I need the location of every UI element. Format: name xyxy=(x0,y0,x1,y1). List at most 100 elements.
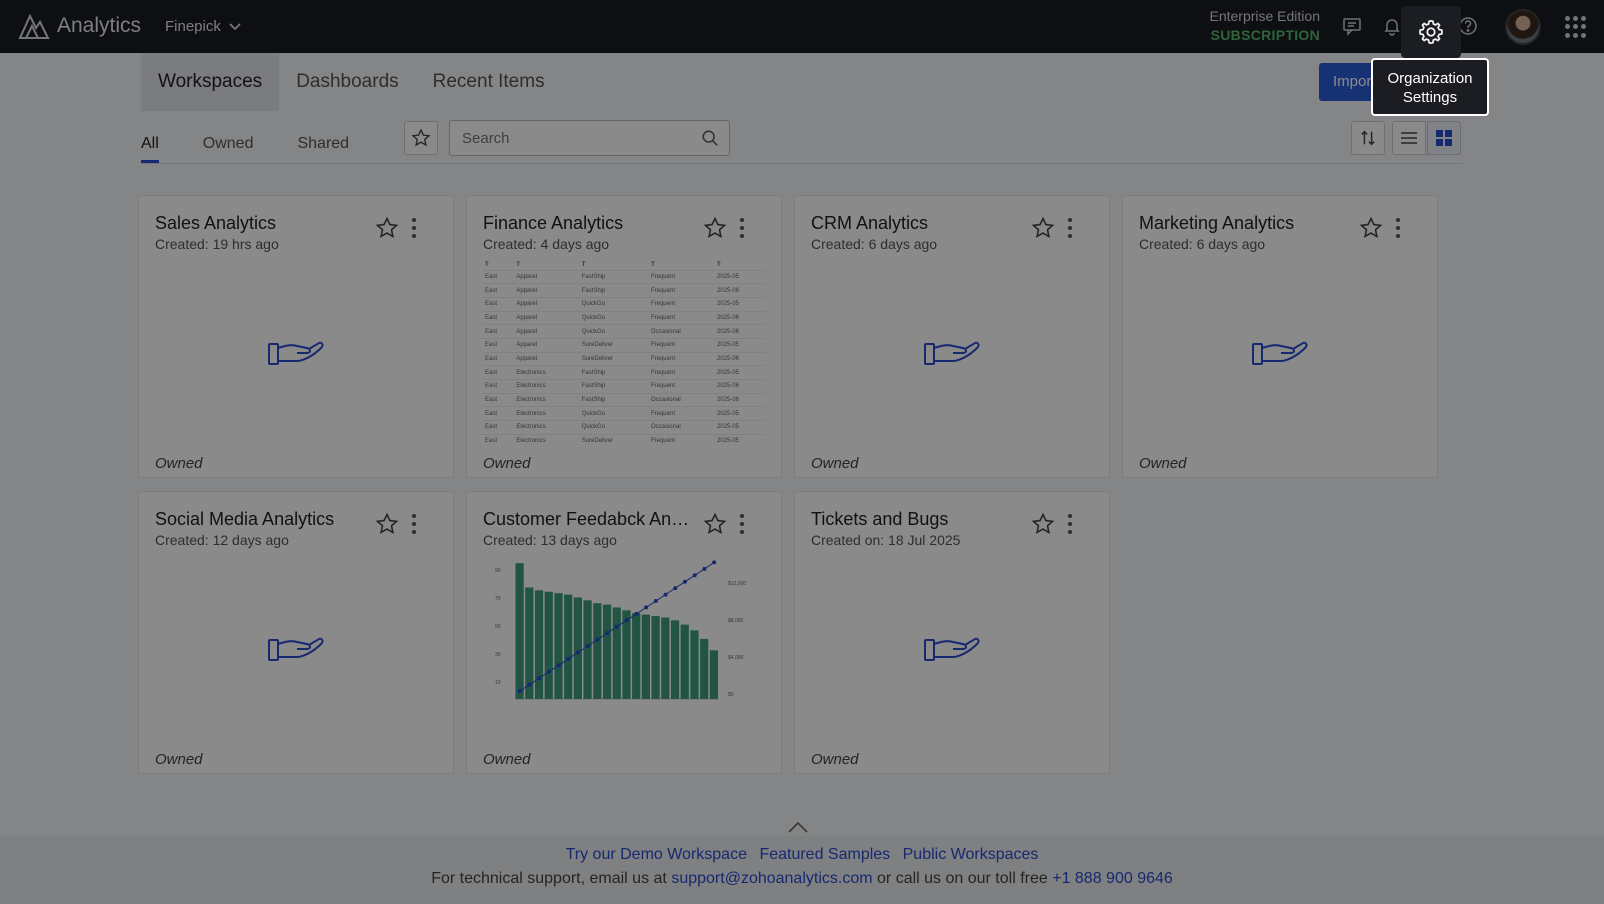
more-options-icon[interactable] xyxy=(737,512,747,536)
thumbnail-cell: Occasional xyxy=(648,324,715,339)
chart-bar xyxy=(583,600,592,699)
thumbnail-cell: East xyxy=(483,338,515,353)
workspace-card[interactable]: Sales Analytics Created: 19 hrs ago Owned xyxy=(138,195,454,478)
left-tick-label: 30 xyxy=(495,652,501,658)
thumbnail-table-row: East Apparel SureDeliver Frequent 2025-05 xyxy=(483,338,766,353)
workspace-title[interactable]: Finance Analytics xyxy=(483,213,623,234)
more-options-icon[interactable] xyxy=(1065,216,1075,240)
favorite-star-icon[interactable] xyxy=(375,512,399,536)
workspace-card[interactable]: Tickets and Bugs Created on: 18 Jul 2025 O… xyxy=(794,491,1110,774)
more-options-icon[interactable] xyxy=(1393,216,1403,240)
workspace-title[interactable]: Marketing Analytics xyxy=(1139,213,1294,234)
chevron-down-icon xyxy=(229,22,241,30)
chevron-up-icon[interactable] xyxy=(786,818,810,836)
workspace-title[interactable]: Tickets and Bugs xyxy=(811,509,948,530)
right-tick-label: $12,000 xyxy=(728,581,746,587)
avatar[interactable] xyxy=(1505,9,1541,45)
favorite-star-icon[interactable] xyxy=(1031,216,1055,240)
favorite-star-icon[interactable] xyxy=(1359,216,1383,240)
demo-workspace-link[interactable]: Try our Demo Workspace xyxy=(566,846,747,863)
more-options-icon[interactable] xyxy=(1065,512,1075,536)
left-tick-label: 70 xyxy=(495,596,501,602)
workspace-title[interactable]: Social Media Analytics xyxy=(155,509,334,530)
filter-owned[interactable]: Owned xyxy=(203,135,254,163)
workspace-title[interactable]: Sales Analytics xyxy=(155,213,276,234)
thumbnail-cell: 2025-06 xyxy=(714,393,766,408)
chart-bar xyxy=(554,593,563,699)
analytics-logo-icon[interactable] xyxy=(18,12,50,40)
cumulative-point xyxy=(576,650,581,655)
thumbnail-table-row: East Electronics QuickGo Frequent 2025-05 xyxy=(483,406,766,422)
org-switcher[interactable]: Finepick xyxy=(165,18,241,35)
workspace-card[interactable]: Finance Analytics Created: 4 days ago Owne… xyxy=(466,195,782,478)
thumbnail-table-row: East Apparel FastShip Frequent 2025-06 xyxy=(483,283,766,298)
thumbnail-cell: QuickGo xyxy=(579,311,649,326)
favorite-star-icon[interactable] xyxy=(1031,512,1055,536)
list-view-button[interactable] xyxy=(1392,121,1426,155)
workspace-created: Created: 6 days ago xyxy=(1139,236,1266,252)
organization-settings-button[interactable] xyxy=(1401,6,1461,58)
tab-workspaces[interactable]: Workspaces xyxy=(141,53,280,111)
workspace-card[interactable]: Customer Feedabck Anal... Created: 13 day… xyxy=(466,491,782,774)
more-options-icon[interactable] xyxy=(409,216,419,240)
favorite-star-icon[interactable] xyxy=(375,216,399,240)
tab-dashboards[interactable]: Dashboards xyxy=(279,53,415,111)
thumbnail-cell: 2025-05 xyxy=(714,434,766,445)
tooltip-line-1: Organization xyxy=(1387,70,1473,87)
more-options-icon[interactable] xyxy=(409,512,419,536)
workspace-card[interactable]: Social Media Analytics Created: 12 days a… xyxy=(138,491,454,774)
chart-bar xyxy=(690,630,699,699)
chart-bar xyxy=(680,624,689,699)
workspace-title[interactable]: Customer Feedabck Anal... xyxy=(483,509,698,530)
thumbnail-cell: East xyxy=(483,311,515,326)
empty-workspace-hand-icon xyxy=(267,632,327,662)
public-workspaces-link[interactable]: Public Workspaces xyxy=(903,846,1039,863)
sort-button[interactable] xyxy=(1351,121,1385,155)
subscription-link[interactable]: SUBSCRIPTION xyxy=(1209,27,1320,43)
filter-shared[interactable]: Shared xyxy=(297,135,349,163)
thumbnail-cell: Apparel xyxy=(514,311,580,326)
tab-recent-items[interactable]: Recent Items xyxy=(416,53,562,111)
thumbnail-cell: Frequent xyxy=(648,311,715,326)
right-tick-label: $8,000 xyxy=(728,618,744,624)
thumbnail-cell: 2025-06 xyxy=(714,352,766,367)
empty-workspace-hand-icon xyxy=(923,336,983,366)
cumulative-point xyxy=(644,605,649,610)
chart-bar xyxy=(661,617,670,699)
favorite-star-icon[interactable] xyxy=(703,216,727,240)
thumbnail-cell: Frequent xyxy=(648,270,715,285)
app-title[interactable]: Analytics xyxy=(57,14,141,38)
chat-icon[interactable] xyxy=(1340,14,1364,38)
grid-view-button[interactable] xyxy=(1427,121,1461,155)
more-options-icon[interactable] xyxy=(737,216,747,240)
workspace-ownership: Owned xyxy=(811,751,859,768)
filter-all[interactable]: All xyxy=(141,135,159,163)
featured-samples-link[interactable]: Featured Samples xyxy=(759,846,890,863)
sort-icon xyxy=(1361,130,1375,146)
support-text: For technical support, email us at suppo… xyxy=(0,870,1604,888)
workspace-card[interactable]: CRM Analytics Created: 6 days ago Owned xyxy=(794,195,1110,478)
apps-grid-icon[interactable] xyxy=(1565,16,1587,38)
workspace-ownership: Owned xyxy=(1139,455,1187,472)
chart-bar xyxy=(564,594,573,699)
favorite-star-icon[interactable] xyxy=(703,512,727,536)
thumbnail-cell: Electronics xyxy=(514,365,580,380)
chart-bar xyxy=(612,607,621,699)
chart-bar xyxy=(632,613,641,699)
favorites-filter-button[interactable] xyxy=(404,121,438,155)
workspace-created: Created on: 18 Jul 2025 xyxy=(811,532,961,548)
thumbnail-cell: FastShip xyxy=(579,379,649,394)
cumulative-point xyxy=(615,624,619,629)
footer: Try our Demo Workspace Featured Samples … xyxy=(0,836,1604,904)
empty-workspace-hand-icon xyxy=(1251,336,1311,366)
workspace-ownership: Owned xyxy=(811,455,859,472)
workspace-card[interactable]: Marketing Analytics Created: 6 days ago Ow… xyxy=(1122,195,1438,478)
workspace-title[interactable]: CRM Analytics xyxy=(811,213,928,234)
edition-info[interactable]: Enterprise Edition SUBSCRIPTION xyxy=(1209,8,1320,43)
support-email-link[interactable]: support@zohoanalytics.com xyxy=(671,870,872,887)
support-phone-link[interactable]: +1 888 900 9646 xyxy=(1052,870,1173,887)
thumbnail-cell: Frequent xyxy=(648,297,715,312)
search-icon[interactable] xyxy=(701,129,719,147)
thumbnail-table-row: East Electronics FastShip Occasional 2025-06 xyxy=(483,393,766,408)
search-input[interactable] xyxy=(450,121,690,155)
